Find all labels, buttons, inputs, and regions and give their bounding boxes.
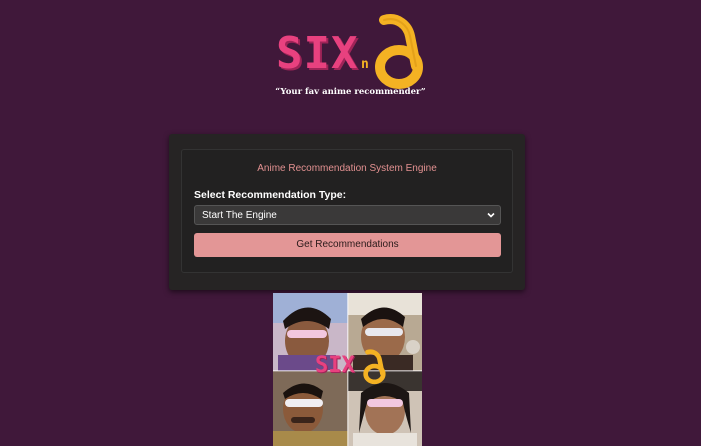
recommendation-card: Anime Recommendation System Engine Selec… <box>169 134 525 290</box>
tagline: “Your fav anime recommender” <box>275 87 426 97</box>
get-recommendations-button[interactable]: Get Recommendations <box>194 233 501 257</box>
logo-joiner: n <box>361 57 369 72</box>
photo-collage: SIX <box>273 293 422 446</box>
recommendation-form: Anime Recommendation System Engine Selec… <box>181 149 513 273</box>
logo-delta-icon <box>375 14 423 89</box>
select-label: Select Recommendation Type: <box>194 189 347 201</box>
card-title: Anime Recommendation System Engine <box>257 163 437 174</box>
collage-logo-delta-icon <box>363 349 386 385</box>
recommendation-type-select[interactable]: Start The Engine <box>194 205 501 225</box>
collage-logo-wordmark: SIX <box>315 353 355 378</box>
logo-wordmark: SIX <box>276 28 359 79</box>
page: SIX n “Your fav anime recommender” Anime… <box>0 0 701 446</box>
select-value: Start The Engine <box>202 210 277 221</box>
chevron-down-icon <box>487 212 495 218</box>
